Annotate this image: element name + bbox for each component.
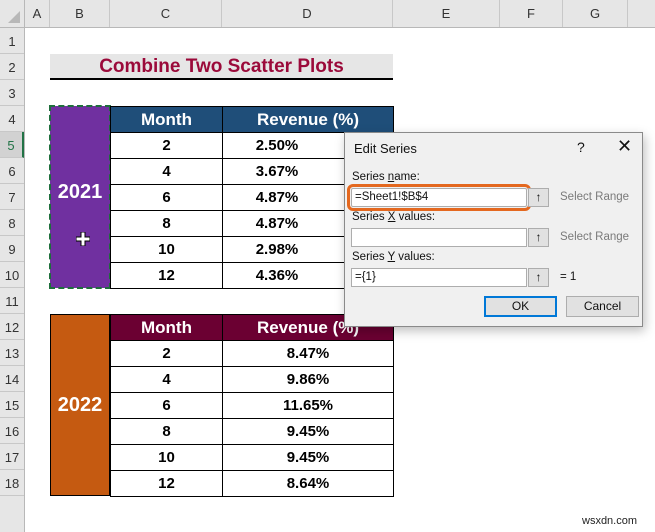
column-header-g[interactable]: G xyxy=(563,0,628,27)
row-header-13[interactable]: 13 xyxy=(0,340,24,366)
month-cell[interactable]: 4 xyxy=(110,158,223,185)
row-header-6[interactable]: 6 xyxy=(0,158,24,184)
close-icon[interactable]: ✕ xyxy=(617,137,632,155)
revenue-cell[interactable]: 11.65% xyxy=(222,392,394,419)
table-row: 4 9.86% xyxy=(110,366,394,393)
row-header-5[interactable]: 5 xyxy=(0,132,24,158)
row-header-17[interactable]: 17 xyxy=(0,444,24,470)
revenue-cell[interactable]: 8.47% xyxy=(222,340,394,367)
row-header-16[interactable]: 16 xyxy=(0,418,24,444)
cell-cursor-icon xyxy=(76,232,90,246)
row-header-1[interactable]: 1 xyxy=(0,28,24,54)
row-header-11[interactable]: 11 xyxy=(0,288,24,314)
y-values-result: = 1 xyxy=(560,271,577,283)
revenue-cell[interactable]: 9.45% xyxy=(222,444,394,471)
table-row: 2 8.47% xyxy=(110,340,394,367)
revenue-cell[interactable]: 9.86% xyxy=(222,366,394,393)
label-accesskey: Y xyxy=(387,251,396,263)
month-cell[interactable]: 6 xyxy=(110,184,223,211)
watermark: wsxdn.com xyxy=(582,515,638,527)
series-name-input[interactable]: =Sheet1!$B$4 xyxy=(347,184,531,211)
label-text: ame: xyxy=(394,171,420,183)
month-cell[interactable]: 6 xyxy=(110,392,223,419)
table-row: 8 9.45% xyxy=(110,418,394,445)
month-cell[interactable]: 8 xyxy=(110,418,223,445)
year-label-2022: 2022 xyxy=(57,393,103,416)
select-range-label: Select Range xyxy=(560,191,630,203)
row-header-3[interactable]: 3 xyxy=(0,80,24,106)
collapse-range-button-y[interactable]: ↑ xyxy=(528,268,549,287)
year-cell-2022[interactable]: 2022 xyxy=(50,314,110,496)
month-cell[interactable]: 4 xyxy=(110,366,223,393)
row-header-2[interactable]: 2 xyxy=(0,54,24,80)
series-x-input[interactable] xyxy=(351,228,527,247)
row-header-12[interactable]: 12 xyxy=(0,314,24,340)
month-cell[interactable]: 8 xyxy=(110,210,223,237)
sheet-title[interactable]: Combine Two Scatter Plots xyxy=(50,54,393,80)
column-header-bar: A B C D E F G xyxy=(25,0,655,28)
header-month[interactable]: Month xyxy=(110,314,223,341)
column-header-c[interactable]: C xyxy=(110,0,222,27)
series-name-label: Series name: xyxy=(352,171,420,183)
column-header-b[interactable]: B xyxy=(50,0,110,27)
month-cell[interactable]: 2 xyxy=(110,132,223,159)
select-range-label: Select Range xyxy=(560,231,630,243)
table-row: 10 9.45% xyxy=(110,444,394,471)
label-text: Series xyxy=(352,251,388,263)
row-header-bar: 1 2 3 4 5 6 7 8 9 10 11 12 13 14 15 16 17 18 xyxy=(0,28,25,532)
column-header-f[interactable]: F xyxy=(500,0,563,27)
label-text: Series xyxy=(352,171,388,183)
column-header-d[interactable]: D xyxy=(222,0,393,27)
year-cell-2021[interactable]: 2021 xyxy=(49,105,111,289)
row-header-9[interactable]: 9 xyxy=(0,236,24,262)
year-label-2021: 2021 xyxy=(57,180,103,203)
table-row: 6 11.65% xyxy=(110,392,394,419)
row-header-4[interactable]: 4 xyxy=(0,106,24,132)
series-y-input[interactable]: ={1} xyxy=(351,268,527,287)
ok-button[interactable]: OK xyxy=(484,296,557,317)
dialog-title: Edit Series xyxy=(354,141,417,156)
select-all-corner[interactable] xyxy=(0,0,25,28)
cancel-button[interactable]: Cancel xyxy=(566,296,639,317)
row-header-15[interactable]: 15 xyxy=(0,392,24,418)
arrow-up-icon: ↑ xyxy=(535,230,542,244)
label-text: values: xyxy=(395,251,435,263)
label-text: values: xyxy=(395,211,436,223)
series-y-label: Series Y values: xyxy=(352,251,435,263)
header-month[interactable]: Month xyxy=(110,106,223,133)
month-cell[interactable]: 12 xyxy=(110,262,223,289)
help-button[interactable]: ? xyxy=(577,139,585,155)
collapse-range-button-x[interactable]: ↑ xyxy=(528,228,549,247)
arrow-up-icon: ↑ xyxy=(535,190,542,204)
row-header-10[interactable]: 10 xyxy=(0,262,24,288)
row-header-14[interactable]: 14 xyxy=(0,366,24,392)
table-row: 12 8.64% xyxy=(110,470,394,497)
revenue-cell[interactable]: 8.64% xyxy=(222,470,394,497)
series-x-label: Series X values: xyxy=(352,211,435,223)
label-text: Series xyxy=(352,211,388,223)
row-header-8[interactable]: 8 xyxy=(0,210,24,236)
month-cell[interactable]: 12 xyxy=(110,470,223,497)
table-2022: Month Revenue (%) 2 8.47% 4 9.86% 6 11.65% … xyxy=(110,314,394,497)
row-header-18[interactable]: 18 xyxy=(0,470,24,496)
table-header-row: Month Revenue (%) xyxy=(110,106,394,133)
edit-series-dialog: Edit Series ? ✕ Series name: =Sheet1!$B$… xyxy=(344,132,643,327)
month-cell[interactable]: 10 xyxy=(110,236,223,263)
column-header-a[interactable]: A xyxy=(25,0,50,27)
revenue-cell[interactable]: 9.45% xyxy=(222,418,394,445)
header-revenue[interactable]: Revenue (%) xyxy=(222,106,394,133)
arrow-up-icon: ↑ xyxy=(535,270,542,284)
month-cell[interactable]: 10 xyxy=(110,444,223,471)
column-header-e[interactable]: E xyxy=(393,0,500,27)
collapse-range-button-name[interactable]: ↑ xyxy=(528,188,549,207)
month-cell[interactable]: 2 xyxy=(110,340,223,367)
row-header-7[interactable]: 7 xyxy=(0,184,24,210)
